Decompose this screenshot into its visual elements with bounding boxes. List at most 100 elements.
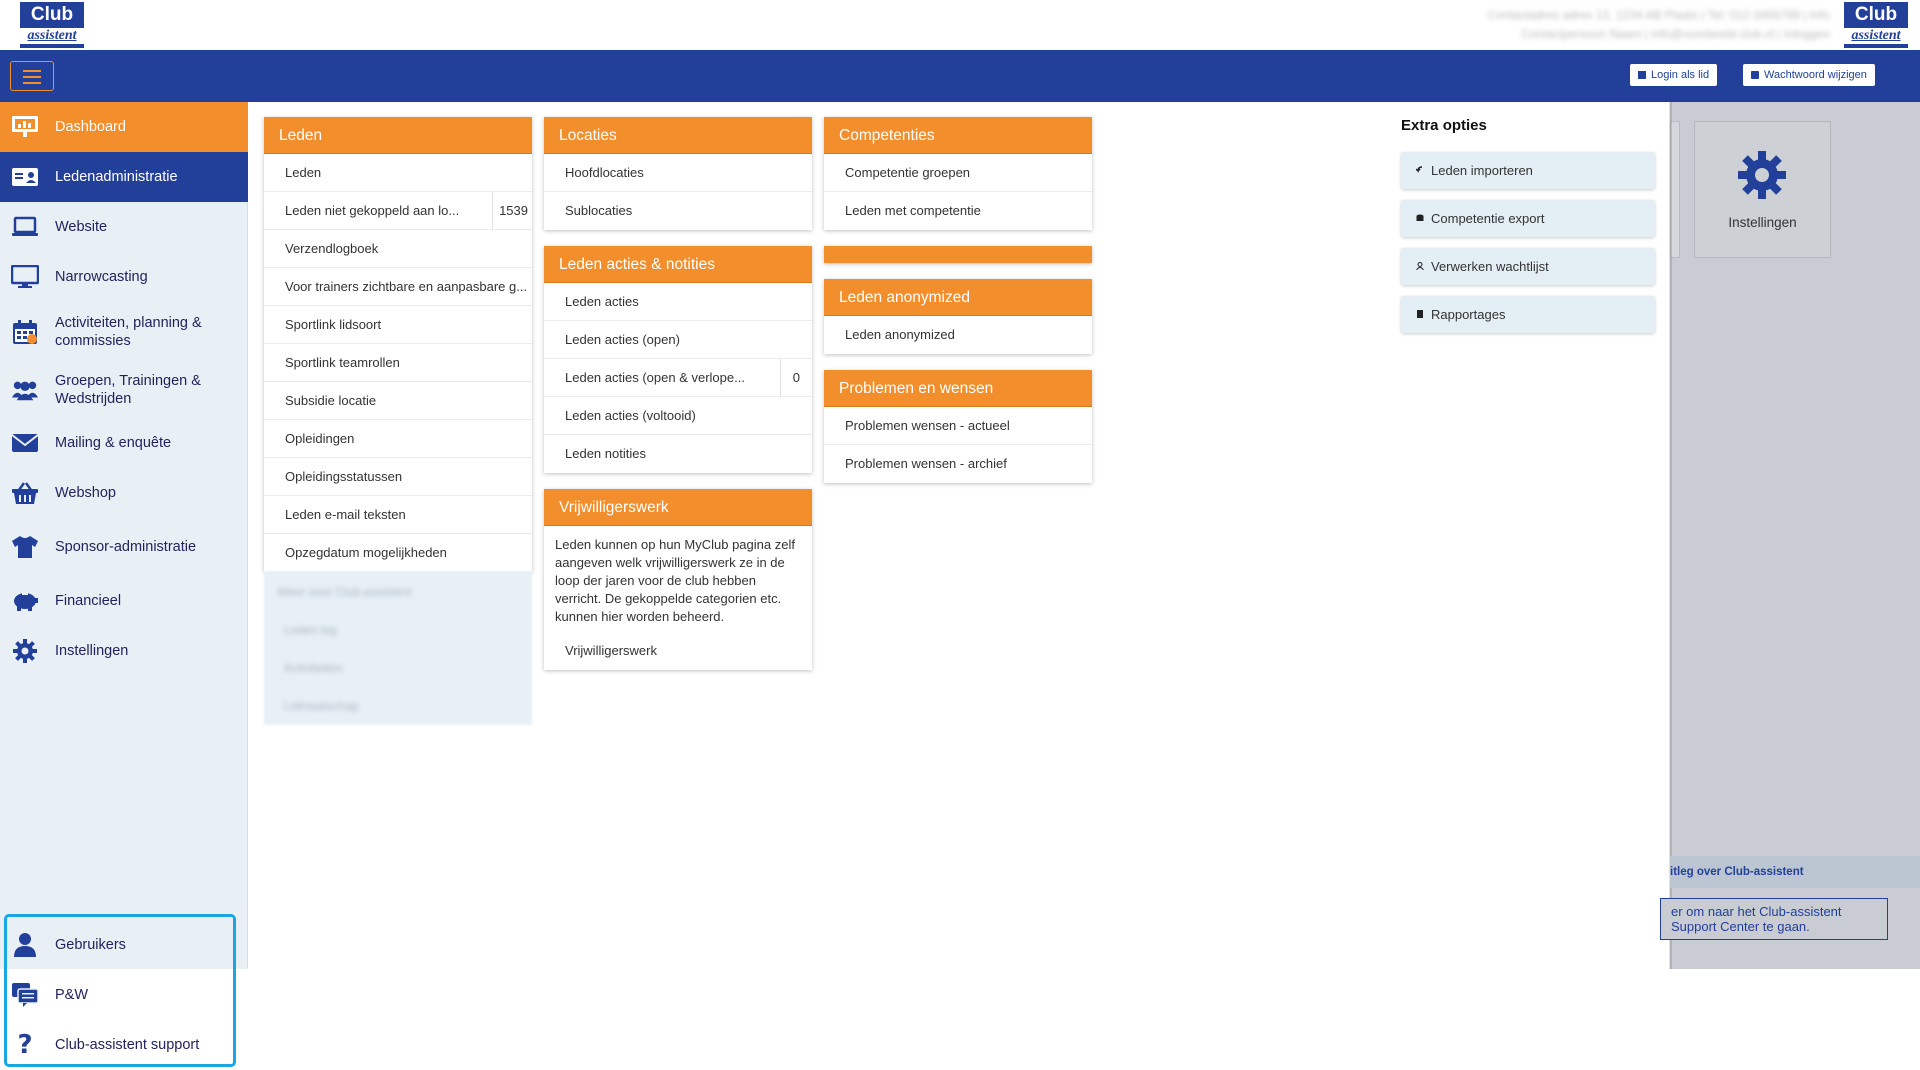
card-description: Leden kunnen op hun MyClub pagina zelf a… xyxy=(555,537,795,624)
sidebar-item-instellingen[interactable]: Instellingen xyxy=(0,626,248,676)
menu-item-leden-anonymized[interactable]: Leden anonymized xyxy=(824,316,1092,354)
extra-options-title: Extra opties xyxy=(1401,117,1487,134)
sidebar-item-sponsor[interactable]: Sponsor-administratie xyxy=(0,518,248,576)
lock-icon xyxy=(1751,71,1759,79)
club-contact-info: Contactadres adres 12, 1234 AB Plaats | … xyxy=(1300,6,1830,44)
database-icon xyxy=(1416,214,1424,221)
card-problemen-wensen: Problemen en wensen Problemen wensen - a… xyxy=(824,370,1092,483)
menu-item-opleidingen[interactable]: Opleidingen xyxy=(264,420,532,458)
card-title: Competenties xyxy=(824,117,1092,154)
hamburger-icon xyxy=(23,70,41,72)
logo-text-club: Club xyxy=(1854,4,1898,25)
menu-item-leden-notities[interactable]: Leden notities xyxy=(544,435,812,473)
sidebar-item-mailing[interactable]: Mailing & enquête xyxy=(0,418,248,468)
competence-export-button[interactable]: Competentie export xyxy=(1401,200,1655,237)
menu-item-trainers-zichtbaar[interactable]: Voor trainers zichtbare en aanpasbare g.… xyxy=(264,268,532,306)
process-waitlist-button[interactable]: Verwerken wachtlijst xyxy=(1401,248,1655,285)
menu-item-hoofdlocaties[interactable]: Hoofdlocaties xyxy=(544,154,812,192)
card-title: Vrijwilligerswerk xyxy=(544,489,812,526)
count-badge: 0 xyxy=(779,359,812,396)
menu-item-verzendlogboek[interactable]: Verzendlogboek xyxy=(264,230,532,268)
chat-messages-icon xyxy=(11,981,39,1009)
menu-item-email-teksten[interactable]: Leden e-mail teksten xyxy=(264,496,532,534)
card-title: Leden anonymized xyxy=(824,279,1092,316)
menu-item-leden-acties[interactable]: Leden acties xyxy=(544,283,812,321)
monitor-icon xyxy=(11,263,39,291)
users-icon xyxy=(11,376,39,404)
menu-item-subsidie-locatie[interactable]: Subsidie locatie xyxy=(264,382,532,420)
sidebar-item-gebruikers[interactable]: Gebruikers xyxy=(0,920,248,970)
blurred-panel: Meer over Club-assistent Leden log Activ… xyxy=(264,571,532,725)
login-as-member-button[interactable]: Login als lid xyxy=(1630,64,1718,86)
laptop-icon xyxy=(11,213,39,241)
gear-icon xyxy=(11,637,39,665)
calendar-icon xyxy=(11,318,39,346)
piggy-bank-icon xyxy=(11,587,39,615)
menu-item-opzegdatum[interactable]: Opzegdatum mogelijkheden xyxy=(264,534,532,572)
login-icon xyxy=(1638,71,1646,79)
settings-tile[interactable]: Instellingen xyxy=(1694,121,1831,258)
card-leden: Leden Leden Leden niet gekoppeld aan lo.… xyxy=(264,117,532,572)
menu-toggle-button[interactable] xyxy=(10,61,54,91)
menu-item-leden-acties-voltooid[interactable]: Leden acties (voltooid) xyxy=(544,397,812,435)
count-badge: 1539 xyxy=(492,192,532,229)
menu-item-problemen-archief[interactable]: Problemen wensen - archief xyxy=(824,445,1092,483)
contact-line-2: Contactpersoon Naam | info@voorbeeld-clu… xyxy=(1521,27,1830,41)
sidebar-item-support[interactable]: ? Club-assistent support xyxy=(0,1020,248,1070)
menu-item-competentie-groepen[interactable]: Competentie groepen xyxy=(824,154,1092,192)
club-assistent-logo[interactable]: Club assistent xyxy=(20,2,84,48)
logo-text-assistent: assistent xyxy=(20,28,84,44)
sidebar-item-groepen[interactable]: Groepen, Trainingen & Wedstrijden xyxy=(0,362,248,418)
arrow-back-icon xyxy=(1416,166,1423,173)
empty-card-header xyxy=(824,246,1092,263)
card-title: Locaties xyxy=(544,117,812,154)
menu-item-leden[interactable]: Leden xyxy=(264,154,532,192)
sidebar-item-dashboard[interactable]: Dashboard xyxy=(0,102,248,152)
card-title: Problemen en wensen xyxy=(824,370,1092,407)
sidebar-item-activiteiten[interactable]: Activiteiten, planning & commissies xyxy=(0,302,248,362)
top-bar: Club assistent Contactadres adres 12, 12… xyxy=(0,0,1920,50)
menu-item-problemen-actueel[interactable]: Problemen wensen - actueel xyxy=(824,407,1092,445)
reports-button[interactable]: Rapportages xyxy=(1401,296,1655,333)
user-outline-icon xyxy=(1416,262,1424,270)
shirt-icon xyxy=(11,533,39,561)
user-icon xyxy=(11,931,39,959)
menu-item-sublocaties[interactable]: Sublocaties xyxy=(544,192,812,230)
menu-item-leden-acties-verlopen[interactable]: Leden acties (open & verlope... 0 xyxy=(544,359,812,397)
menu-item-sportlink-lidsoort[interactable]: Sportlink lidsoort xyxy=(264,306,532,344)
card-competenties: Competenties Competentie groepen Leden m… xyxy=(824,117,1092,230)
help-strip: itleg over Club-assistent xyxy=(1670,856,1920,888)
menu-item-opleidingsstatussen[interactable]: Opleidingsstatussen xyxy=(264,458,532,496)
logo-text-assistent: assistent xyxy=(1844,28,1908,44)
sidebar-item-pw[interactable]: P&W xyxy=(0,970,248,1020)
support-center-button[interactable]: er om naar het Club-assistent Support Ce… xyxy=(1660,898,1888,940)
question-mark-icon: ? xyxy=(17,1030,33,1060)
presentation-icon xyxy=(11,113,39,141)
import-members-button[interactable]: Leden importeren xyxy=(1401,152,1655,189)
change-password-button[interactable]: Wachtwoord wijzigen xyxy=(1743,64,1875,86)
contact-line-1: Contactadres adres 12, 1234 AB Plaats | … xyxy=(1487,8,1830,22)
card-leden-acties: Leden acties & notities Leden acties Led… xyxy=(544,246,812,473)
basket-icon xyxy=(11,479,39,507)
menu-item-leden-met-competentie[interactable]: Leden met competentie xyxy=(824,192,1092,230)
menu-item-leden-acties-open[interactable]: Leden acties (open) xyxy=(544,321,812,359)
sidebar-item-webshop[interactable]: Webshop xyxy=(0,468,248,518)
gear-icon xyxy=(1738,151,1786,199)
sidebar-item-website[interactable]: Website xyxy=(0,202,248,252)
book-icon xyxy=(1417,310,1423,318)
menu-item-leden-niet-gekoppeld[interactable]: Leden niet gekoppeld aan lo... 1539 xyxy=(264,192,532,230)
logo-text-club: Club xyxy=(30,4,74,25)
settings-tile-label: Instellingen xyxy=(1728,215,1797,230)
card-title: Leden xyxy=(264,117,532,154)
sidebar: Dashboard Ledenadministratie Website Nar… xyxy=(0,102,248,1067)
card-vrijwilligerswerk: Vrijwilligerswerk Leden kunnen op hun My… xyxy=(544,489,812,670)
menu-item-sportlink-teamrollen[interactable]: Sportlink teamrollen xyxy=(264,344,532,382)
menu-item-vrijwilligerswerk[interactable]: Vrijwilligerswerk xyxy=(544,632,812,670)
sidebar-item-ledenadministratie[interactable]: Ledenadministratie xyxy=(0,152,248,202)
card-locaties: Locaties Hoofdlocaties Sublocaties xyxy=(544,117,812,230)
sidebar-item-narrowcasting[interactable]: Narrowcasting xyxy=(0,252,248,302)
club-assistent-logo-right: Club assistent xyxy=(1844,2,1908,48)
envelope-icon xyxy=(11,429,39,457)
card-leden-anonymized: Leden anonymized Leden anonymized xyxy=(824,279,1092,354)
sidebar-item-financieel[interactable]: Financieel xyxy=(0,576,248,626)
